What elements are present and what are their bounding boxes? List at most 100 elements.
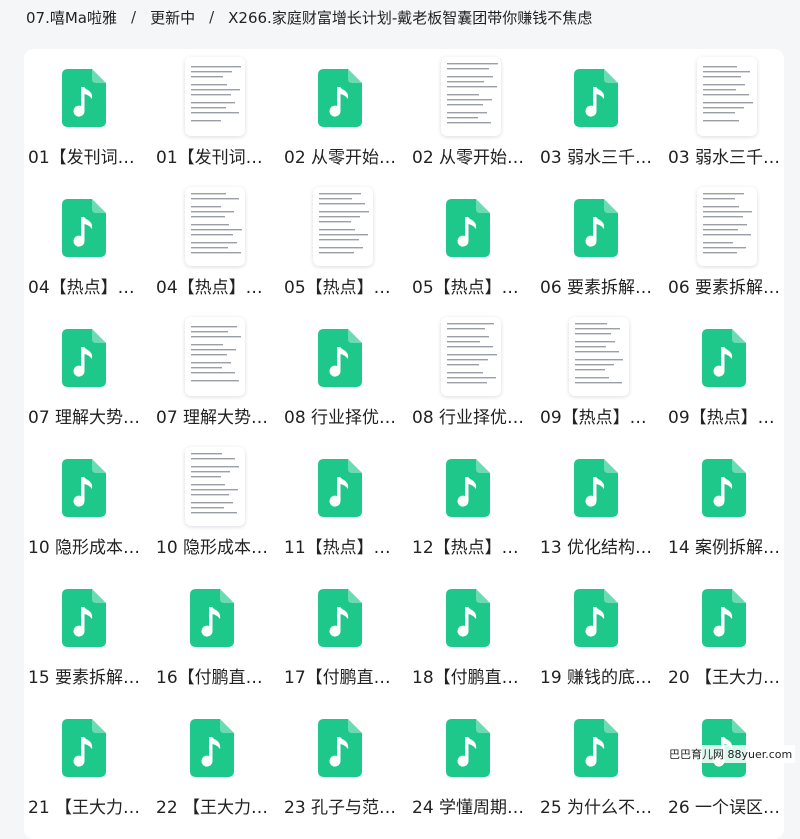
- audio-file-icon: [59, 586, 111, 650]
- audio-file-item[interactable]: 11【热点】…: [280, 439, 408, 569]
- audio-file-icon: [59, 196, 111, 260]
- audio-file-item[interactable]: 06 要素拆解…: [536, 179, 664, 309]
- breadcrumb: 07.嘻Ma啦雅 / 更新中 / X266.家庭财富增长计划-戴老板智囊团带你赚…: [0, 0, 800, 34]
- file-name-label: 23 孔子与范…: [284, 798, 397, 818]
- document-preview-thumbnail: [313, 187, 373, 266]
- file-name-label: 06 要素拆解…: [668, 278, 781, 298]
- audio-file-icon: [59, 66, 111, 130]
- file-grid-panel: 01【发刊词… 01【发刊词… 02 从零开始… 02 从零开始… 03 弱水三千… 03…: [24, 49, 784, 839]
- breadcrumb-separator: /: [131, 8, 137, 26]
- audio-file-item[interactable]: 08 行业择优…: [280, 309, 408, 439]
- file-name-label: 07 理解大势…: [156, 408, 269, 428]
- document-file-item[interactable]: 01【发刊词…: [152, 49, 280, 179]
- audio-file-item[interactable]: 03 弱水三千…: [536, 49, 664, 179]
- file-name-label: 03 弱水三千…: [668, 148, 781, 168]
- audio-file-item[interactable]: 22 【王大力…: [152, 699, 280, 829]
- document-file-item[interactable]: 08 行业择优…: [408, 309, 536, 439]
- file-name-label: 13 优化结构…: [540, 538, 653, 558]
- audio-file-icon: [699, 586, 751, 650]
- audio-file-icon: [699, 456, 751, 520]
- audio-file-item[interactable]: 25 为什么不…: [536, 699, 664, 829]
- file-name-label: 12【热点】…: [412, 538, 519, 558]
- file-name-label: 18【付鹏直…: [412, 668, 519, 688]
- audio-file-item[interactable]: 17【付鹏直…: [280, 569, 408, 699]
- document-file-item[interactable]: 04【热点】…: [152, 179, 280, 309]
- file-name-label: 05【热点】…: [412, 278, 519, 298]
- audio-file-icon: [59, 456, 111, 520]
- audio-file-item[interactable]: 12【热点】…: [408, 439, 536, 569]
- file-name-label: 01【发刊词…: [28, 148, 135, 168]
- file-name-label: 17【付鹏直…: [284, 668, 391, 688]
- file-name-label: 07 理解大势…: [28, 408, 141, 428]
- audio-file-item[interactable]: 16【付鹏直…: [152, 569, 280, 699]
- audio-file-icon: [315, 326, 367, 390]
- document-file-item[interactable]: 07 理解大势…: [152, 309, 280, 439]
- audio-file-icon: [699, 326, 751, 390]
- document-preview-thumbnail: [697, 57, 757, 136]
- audio-file-item[interactable]: 02 从零开始…: [280, 49, 408, 179]
- audio-file-icon: [571, 66, 623, 130]
- audio-file-item[interactable]: 26 一个误区…: [664, 699, 792, 829]
- breadcrumb-item-parent[interactable]: 07.嘻Ma啦雅: [26, 7, 117, 28]
- document-file-item[interactable]: 03 弱水三千…: [664, 49, 792, 179]
- document-preview-thumbnail: [569, 317, 629, 396]
- audio-file-icon: [443, 196, 495, 260]
- file-name-label: 04【热点】…: [28, 278, 135, 298]
- audio-file-item[interactable]: 05【热点】…: [408, 179, 536, 309]
- audio-file-icon: [443, 456, 495, 520]
- audio-file-item[interactable]: 14 案例拆解…: [664, 439, 792, 569]
- file-grid: 01【发刊词… 01【发刊词… 02 从零开始… 02 从零开始… 03 弱水三千… 03…: [24, 49, 792, 829]
- audio-file-icon: [59, 326, 111, 390]
- file-name-label: 24 学懂周期…: [412, 798, 525, 818]
- audio-file-item[interactable]: 19 赚钱的底…: [536, 569, 664, 699]
- audio-file-item[interactable]: 07 理解大势…: [24, 309, 152, 439]
- file-name-label: 15 要素拆解…: [28, 668, 141, 688]
- audio-file-item[interactable]: 21 【王大力…: [24, 699, 152, 829]
- audio-file-icon: [59, 716, 111, 780]
- file-name-label: 25 为什么不…: [540, 798, 653, 818]
- file-name-label: 22 【王大力…: [156, 798, 269, 818]
- audio-file-item[interactable]: 10 隐形成本…: [24, 439, 152, 569]
- audio-file-item[interactable]: 13 优化结构…: [536, 439, 664, 569]
- document-preview-thumbnail: [185, 187, 245, 266]
- audio-file-item[interactable]: 01【发刊词…: [24, 49, 152, 179]
- document-file-item[interactable]: 05【热点】…: [280, 179, 408, 309]
- document-preview-thumbnail: [185, 447, 245, 526]
- audio-file-icon: [187, 716, 239, 780]
- breadcrumb-item-current[interactable]: X266.家庭财富增长计划-戴老板智囊团带你赚钱不焦虑: [228, 7, 592, 28]
- document-file-item[interactable]: 06 要素拆解…: [664, 179, 792, 309]
- audio-file-item[interactable]: 20 【王大力…: [664, 569, 792, 699]
- file-name-label: 20 【王大力…: [668, 668, 781, 688]
- audio-file-item[interactable]: 15 要素拆解…: [24, 569, 152, 699]
- audio-file-icon: [315, 586, 367, 650]
- audio-file-icon: [571, 716, 623, 780]
- audio-file-icon: [315, 716, 367, 780]
- watermark: 巴巴育儿网 88yuer.com: [666, 745, 796, 763]
- audio-file-icon: [443, 586, 495, 650]
- audio-file-icon: [443, 716, 495, 780]
- audio-file-item[interactable]: 23 孔子与范…: [280, 699, 408, 829]
- file-name-label: 06 要素拆解…: [540, 278, 653, 298]
- document-preview-thumbnail: [697, 187, 757, 266]
- document-file-item[interactable]: 10 隐形成本…: [152, 439, 280, 569]
- document-file-item[interactable]: 09【热点】…: [536, 309, 664, 439]
- file-name-label: 08 行业择优…: [284, 408, 397, 428]
- audio-file-item[interactable]: 18【付鹏直…: [408, 569, 536, 699]
- audio-file-item[interactable]: 09【热点】…: [664, 309, 792, 439]
- breadcrumb-separator: /: [209, 8, 215, 26]
- file-name-label: 11【热点】…: [284, 538, 391, 558]
- file-name-label: 09【热点】…: [540, 408, 647, 428]
- audio-file-item[interactable]: 24 学懂周期…: [408, 699, 536, 829]
- file-name-label: 26 一个误区…: [668, 798, 781, 818]
- document-preview-thumbnail: [441, 57, 501, 136]
- file-name-label: 10 隐形成本…: [28, 538, 141, 558]
- file-name-label: 04【热点】…: [156, 278, 263, 298]
- audio-file-item[interactable]: 04【热点】…: [24, 179, 152, 309]
- file-name-label: 05【热点】…: [284, 278, 391, 298]
- document-file-item[interactable]: 02 从零开始…: [408, 49, 536, 179]
- file-name-label: 14 案例拆解…: [668, 538, 781, 558]
- breadcrumb-item-updating[interactable]: 更新中: [150, 7, 195, 28]
- audio-file-icon: [315, 66, 367, 130]
- document-preview-thumbnail: [185, 317, 245, 396]
- document-preview-thumbnail: [185, 57, 245, 136]
